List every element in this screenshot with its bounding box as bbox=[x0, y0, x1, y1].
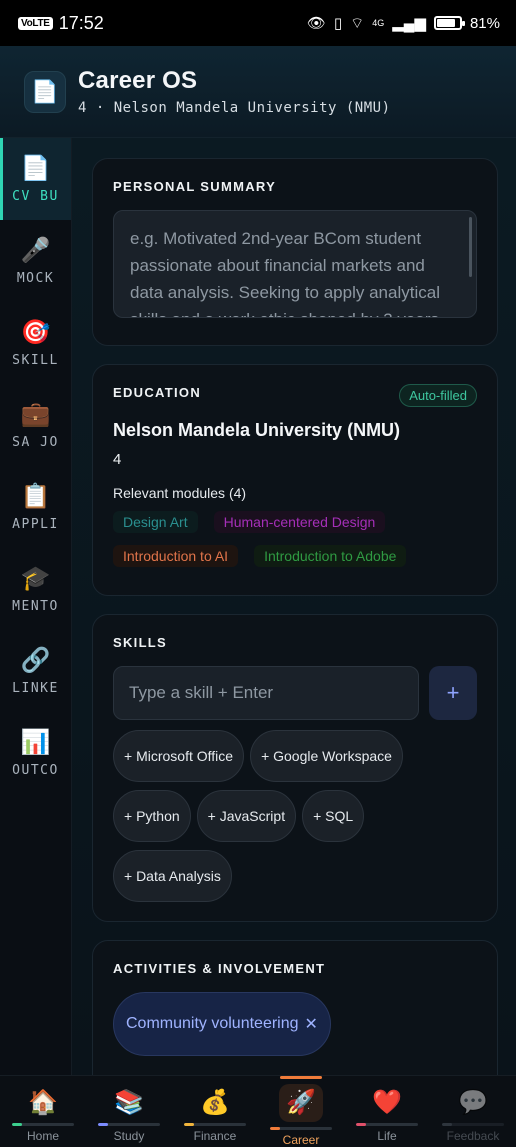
sidebar-item-mento[interactable]: 🎓 MENTO bbox=[0, 548, 71, 630]
skills-card: SKILLS Type a skill + Enter + + Microsof… bbox=[92, 614, 498, 922]
document-icon: 📄 bbox=[24, 70, 66, 113]
sidebar-item-label: SA JO bbox=[12, 434, 59, 450]
skill-suggestion-chip[interactable]: + JavaScript bbox=[196, 790, 297, 842]
battery-icon bbox=[433, 16, 465, 30]
skill-input-placeholder: Type a skill + Enter bbox=[129, 683, 274, 702]
module-chip: Design Art bbox=[113, 511, 198, 533]
sidebar-item-label: MOCK bbox=[16, 270, 55, 286]
modules-label: Relevant modules (4) bbox=[113, 485, 247, 501]
sidebar-item-appli[interactable]: 📋 APPLI bbox=[0, 466, 71, 548]
skill-input[interactable]: Type a skill + Enter bbox=[113, 666, 419, 720]
nav-label: Feedback bbox=[446, 1129, 500, 1143]
sidebar-icon: 📄 bbox=[20, 154, 51, 182]
activities-title: ACTIVITIES & INVOLVEMENT bbox=[113, 961, 326, 976]
module-chip: Introduction to Adobe bbox=[254, 545, 407, 567]
wifi-icon: ⌔ bbox=[350, 14, 365, 32]
skill-suggestion-chip[interactable]: + Microsoft Office bbox=[113, 730, 245, 782]
sidebar-item-label: LINKE bbox=[12, 680, 59, 696]
sidebar-icon: 🎤 bbox=[20, 236, 51, 264]
volte-indicator: VoLTE bbox=[18, 16, 53, 30]
main-content: PERSONAL SUMMARY e.g. Motivated 2nd-year… bbox=[72, 138, 516, 1075]
nav-icon: 💰 bbox=[200, 1089, 230, 1116]
nav-progress bbox=[270, 1127, 332, 1130]
study-year: 4 bbox=[113, 451, 122, 468]
auto-filled-badge: Auto-filled bbox=[399, 384, 477, 407]
sidebar-item-sa-jo[interactable]: 💼 SA JO bbox=[0, 384, 71, 466]
app-header: 📄 Career OS 4 · Nelson Mandela Universit… bbox=[0, 46, 516, 138]
sidebar-item-outco[interactable]: 📊 OUTCO bbox=[0, 712, 71, 794]
sidebar-icon: 💼 bbox=[20, 400, 51, 428]
nav-feedback[interactable]: 💬 Feedback bbox=[430, 1076, 516, 1147]
nav-label: Life bbox=[377, 1129, 397, 1143]
add-skill-button[interactable]: + bbox=[429, 666, 477, 720]
status-icons: 👁 ▯ ⌔ 4G ▂▄▆ 81% bbox=[307, 14, 500, 33]
sidebar-item-mock[interactable]: 🎤 MOCK bbox=[0, 220, 71, 302]
sidebar-item-label: OUTCO bbox=[12, 762, 59, 778]
sidebar-item-label: CV BU bbox=[12, 188, 59, 204]
nav-icon: 📚 bbox=[114, 1089, 144, 1116]
nav-label: Home bbox=[26, 1129, 59, 1143]
eye-icon: 👁 bbox=[306, 15, 326, 32]
nav-study[interactable]: 📚 Study bbox=[86, 1076, 172, 1147]
sidebar-item-cv-bu[interactable]: 📄 CV BU bbox=[0, 138, 71, 220]
education-card: EDUCATION Auto-filled Nelson Mandela Uni… bbox=[92, 364, 498, 596]
nav-progress bbox=[12, 1123, 74, 1126]
nav-icon: ❤️ bbox=[372, 1089, 402, 1116]
nav-career[interactable]: 🚀 Career bbox=[258, 1076, 344, 1147]
sidebar-icon: 🎯 bbox=[20, 318, 51, 346]
status-time: 17:52 bbox=[58, 12, 104, 33]
nav-label: Finance bbox=[193, 1129, 237, 1143]
personal-summary-card: PERSONAL SUMMARY e.g. Motivated 2nd-year… bbox=[92, 158, 498, 346]
nav-icon: 🚀 bbox=[279, 1084, 323, 1122]
activities-card: ACTIVITIES & INVOLVEMENT Community volun… bbox=[92, 940, 498, 1075]
university-name: Nelson Mandela University (NMU) bbox=[113, 420, 401, 440]
sidebar-icon: 📊 bbox=[20, 728, 51, 756]
module-chip: Human-centered Design bbox=[213, 511, 386, 533]
network-type: 4G bbox=[372, 18, 385, 28]
nav-progress bbox=[98, 1123, 160, 1126]
status-bar: VoLTE 17:52 👁 ▯ ⌔ 4G ▂▄▆ 81% bbox=[0, 0, 516, 46]
personal-summary-placeholder: e.g. Motivated 2nd-year BCom student pas… bbox=[130, 229, 440, 317]
module-chip: Introduction to AI bbox=[113, 545, 239, 567]
battery-percent: 81% bbox=[469, 14, 500, 32]
skills-title: SKILLS bbox=[113, 635, 168, 650]
sidebar-item-linke[interactable]: 🔗 LINKE bbox=[0, 630, 71, 712]
skill-suggestion-chip[interactable]: + Python bbox=[113, 790, 191, 842]
skill-suggestion-chip[interactable]: + Data Analysis bbox=[113, 850, 232, 902]
page-subtitle: 4 · Nelson Mandela University (NMU) bbox=[78, 100, 391, 116]
nav-label: Career bbox=[282, 1133, 320, 1147]
sidebar-icon: 🔗 bbox=[20, 646, 51, 674]
nav-progress bbox=[442, 1123, 504, 1126]
sidebar-item-skill[interactable]: 🎯 SKILL bbox=[0, 302, 71, 384]
activity-chip-label: Community volunteering bbox=[126, 1015, 299, 1032]
modules-list: Design Art Human-centered Design Introduct… bbox=[113, 511, 477, 567]
activity-chip[interactable]: Community volunteering ✕ bbox=[113, 992, 331, 1056]
nav-finance[interactable]: 💰 Finance bbox=[172, 1076, 258, 1147]
nav-icon: 💬 bbox=[458, 1089, 488, 1116]
skill-suggestion-chip[interactable]: + Google Workspace bbox=[250, 730, 403, 782]
nav-icon: 🏠 bbox=[28, 1089, 58, 1116]
sidebar-icon: 📋 bbox=[20, 482, 51, 510]
close-icon[interactable]: ✕ bbox=[305, 1014, 318, 1034]
nav-progress bbox=[184, 1123, 246, 1126]
nav-life[interactable]: ❤️ Life bbox=[344, 1076, 430, 1147]
sidebar-item-label: APPLI bbox=[12, 516, 59, 532]
skill-suggestion-chip[interactable]: + SQL bbox=[302, 790, 365, 842]
sidebar-item-label: SKILL bbox=[12, 352, 59, 368]
signal-icon: ▂▄▆ bbox=[392, 15, 426, 32]
textarea-scrollbar[interactable] bbox=[469, 217, 472, 277]
nav-home[interactable]: 🏠 Home bbox=[0, 1076, 86, 1147]
nav-progress bbox=[356, 1123, 418, 1126]
bottom-nav: 🏠 Home 📚 Study 💰 Finance 🚀 Career ❤️ Life 💬 Feedbac… bbox=[0, 1075, 516, 1147]
personal-summary-title: PERSONAL SUMMARY bbox=[113, 179, 277, 194]
nav-label: Study bbox=[113, 1129, 145, 1143]
personal-summary-textarea[interactable]: e.g. Motivated 2nd-year BCom student pas… bbox=[113, 210, 477, 318]
sidebar-item-label: MENTO bbox=[12, 598, 59, 614]
skill-suggestions: + Microsoft Office + Google Workspace + Py… bbox=[113, 730, 477, 902]
vibrate-icon: ▯ bbox=[333, 15, 343, 32]
sidebar-icon: 🎓 bbox=[20, 564, 51, 592]
sidebar: 📄 CV BU 🎤 MOCK 🎯 SKILL 💼 SA JO 📋 APPLI 🎓 MENTO 🔗 LINK… bbox=[0, 138, 72, 1075]
page-title: Career OS bbox=[78, 67, 198, 94]
